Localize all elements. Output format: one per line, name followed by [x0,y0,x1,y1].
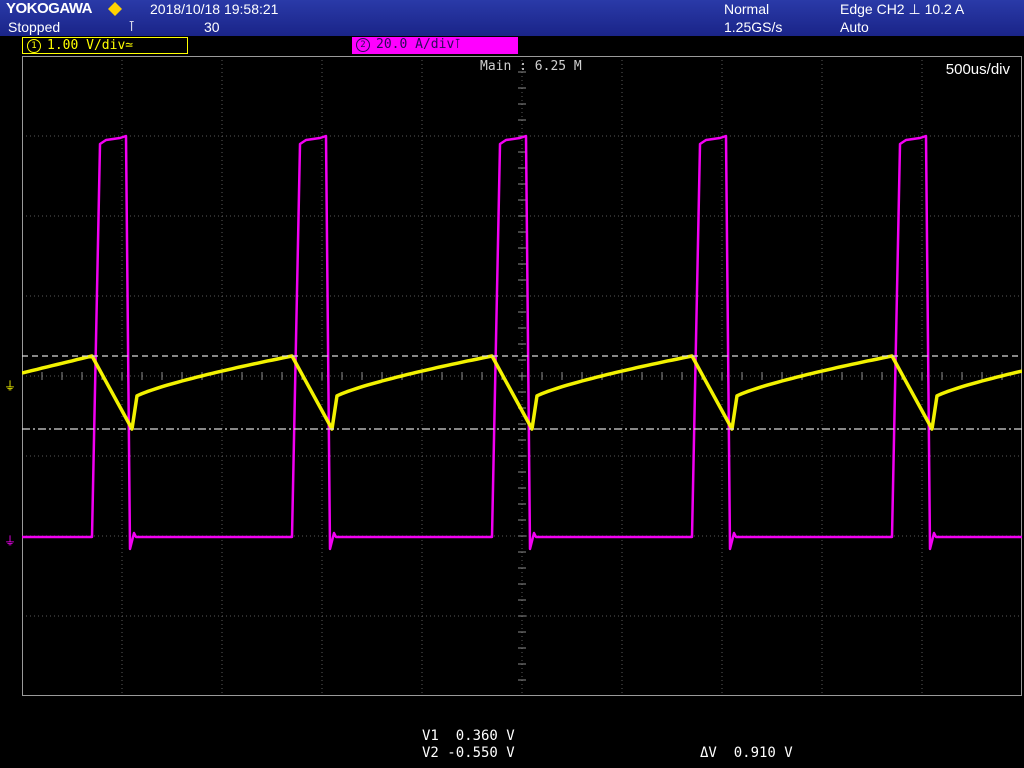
graticule [22,56,1022,696]
diamond-icon [108,2,122,16]
cursor-v2-readout: V2 -0.550 V [422,745,515,761]
acquisition-state: Stopped [8,19,61,35]
channel-1-setting[interactable]: 1 1.00 V/div≃ [22,37,188,54]
channel-number-badge: 2 [356,38,370,52]
time-per-div-label: 500us/div [945,61,1010,78]
probe-icon: ⊺ [454,37,462,52]
channel-2-scale: 20.0 A/div [376,37,455,52]
timestamp: 2018/10/18 19:58:21 [150,1,279,17]
trigger-settings[interactable]: Edge CH2 ⊥ 10.2 A [840,1,964,17]
ground-marker-ch2-icon[interactable]: ⏚ [4,535,16,547]
cursor-delta-readout: ΔV 0.910 V [700,745,793,761]
acquisition-count: 30 [204,19,220,35]
trigger-mode[interactable]: Normal [724,1,769,17]
waveform-display[interactable] [22,56,1022,696]
sample-rate: 1.25GS/s [724,19,783,35]
status-header: YOKOGAWA Stopped 2018/10/18 19:58:21 ⊺ 3… [0,0,1024,36]
trigger-position-icon: ⊺ [128,19,136,35]
channel-1-scale: 1.00 V/div [47,38,126,53]
trigger-sweep-mode[interactable]: Auto [840,19,869,35]
cursor-v1-readout: V1 0.360 V [422,728,515,744]
channel-number-badge: 1 [27,39,41,53]
channel-2-setting[interactable]: 2 20.0 A/div⊺ [352,37,518,54]
ch2-waveform [22,134,1022,551]
coupling-icon: ≃ [125,38,134,53]
record-length-label: Main : 6.25 M [480,59,582,74]
ground-marker-ch1-icon[interactable]: ⏚ [4,380,16,392]
brand-logo: YOKOGAWA [6,0,93,17]
